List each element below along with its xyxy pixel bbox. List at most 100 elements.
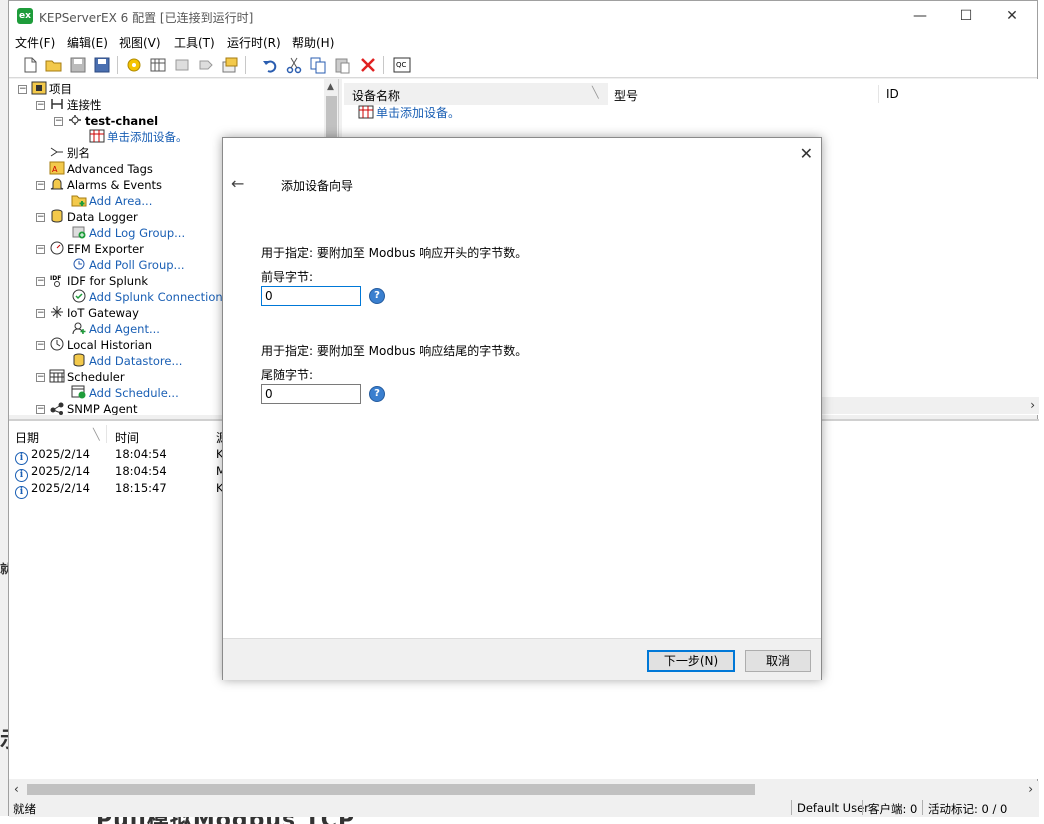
tree-item-scheduler[interactable]: Scheduler xyxy=(49,369,125,385)
alias-icon xyxy=(50,147,63,157)
scrollbar-thumb[interactable] xyxy=(27,784,755,795)
tree-label: IDF for Splunk xyxy=(67,274,149,288)
next-button[interactable]: 下一步(N) xyxy=(647,650,735,672)
menu-edit[interactable]: 编辑(E) xyxy=(67,34,108,51)
gauge-icon xyxy=(50,241,64,255)
tree-item-add-splunk-connection[interactable]: Add Splunk Connection... xyxy=(71,289,234,305)
collapse-toggle[interactable]: − xyxy=(36,101,45,110)
collapse-toggle[interactable]: − xyxy=(36,341,45,350)
tree-item-alarms-events[interactable]: Alarms & Events xyxy=(49,177,162,193)
cancel-button[interactable]: 取消 xyxy=(745,650,811,672)
new-channel-icon[interactable] xyxy=(125,56,143,74)
dialog-footer: 下一步(N) 取消 xyxy=(223,638,821,680)
toolbar: QC xyxy=(9,52,1037,78)
tree-item-alias[interactable]: 别名 xyxy=(49,145,90,161)
status-active-tags: 活动标记: 0 / 0 xyxy=(928,802,1008,816)
collapse-toggle[interactable]: − xyxy=(54,117,63,126)
tree-item-snmp-agent[interactable]: SNMP Agent xyxy=(49,401,137,415)
tree-item-add-device[interactable]: 单击添加设备。 xyxy=(89,129,188,145)
tree-item-iot-gateway[interactable]: IoT Gateway xyxy=(49,305,139,321)
collapse-toggle[interactable]: − xyxy=(36,181,45,190)
tree-label: Add Agent... xyxy=(89,322,160,336)
collapse-toggle[interactable]: − xyxy=(36,213,45,222)
close-window-button[interactable]: ✕ xyxy=(989,1,1035,31)
log-row[interactable]: i 2025/2/14 18:04:54 K xyxy=(15,447,224,465)
undo-icon[interactable] xyxy=(261,56,279,74)
collapse-toggle[interactable]: − xyxy=(36,373,45,382)
tree-item-data-logger[interactable]: Data Logger xyxy=(49,209,138,225)
save-as-icon[interactable] xyxy=(93,56,111,74)
tree-label: SNMP Agent xyxy=(67,402,138,415)
menu-runtime[interactable]: 运行时(R) xyxy=(227,34,281,51)
tree-item-add-area[interactable]: Add Area... xyxy=(71,193,152,209)
tree-label: test-chanel xyxy=(85,114,159,128)
new-tag-group-icon[interactable] xyxy=(173,56,191,74)
column-device-name[interactable]: 设备名称 xyxy=(352,87,400,104)
column-model[interactable]: 型号 xyxy=(614,87,638,104)
tree-label: Data Logger xyxy=(67,210,138,224)
advanced-tags-icon: A xyxy=(49,161,65,175)
collapse-toggle[interactable]: − xyxy=(36,245,45,254)
tree-item-channel[interactable]: test-chanel xyxy=(67,113,158,129)
tree-item-efm-exporter[interactable]: EFM Exporter xyxy=(49,241,144,257)
cut-icon[interactable] xyxy=(285,56,303,74)
trailing-bytes-input[interactable] xyxy=(261,384,361,404)
tree-label: Add Schedule... xyxy=(89,386,179,400)
add-area-icon xyxy=(71,195,87,207)
trailing-bytes-label: 尾随字节: xyxy=(261,368,314,382)
tree-label: IoT Gateway xyxy=(67,306,139,320)
collapse-toggle[interactable]: − xyxy=(36,309,45,318)
new-tag-icon[interactable] xyxy=(197,56,215,74)
iot-gateway-icon xyxy=(51,306,63,318)
tree-item-local-historian[interactable]: Local Historian xyxy=(49,337,152,353)
column-id[interactable]: ID xyxy=(886,87,899,101)
column-date[interactable]: 日期 xyxy=(15,429,39,446)
open-folder-icon[interactable] xyxy=(45,56,63,74)
tree-item-add-datastore[interactable]: Add Datastore... xyxy=(71,353,182,369)
column-time[interactable]: 时间 xyxy=(115,429,139,446)
scroll-right-icon[interactable]: › xyxy=(1030,398,1035,412)
copy-icon[interactable] xyxy=(309,56,327,74)
tree-label: 连接性 xyxy=(67,98,102,112)
log-row[interactable]: i 2025/2/14 18:04:54 M xyxy=(15,464,226,482)
menu-help[interactable]: 帮助(H) xyxy=(292,34,334,51)
menu-view[interactable]: 视图(V) xyxy=(119,34,161,51)
scroll-left-icon[interactable]: ‹ xyxy=(14,782,19,796)
collapse-toggle[interactable]: − xyxy=(36,277,45,286)
save-icon[interactable] xyxy=(69,56,87,74)
tree-item-add-agent[interactable]: Add Agent... xyxy=(71,321,160,337)
tree-label: Advanced Tags xyxy=(67,162,153,176)
device-list-add-device[interactable]: 单击添加设备。 xyxy=(358,105,460,121)
tree-item-advanced-tags[interactable]: A Advanced Tags xyxy=(49,161,153,177)
minimize-button[interactable]: — xyxy=(897,1,943,31)
help-icon[interactable]: ? xyxy=(369,288,385,304)
delete-icon[interactable] xyxy=(359,56,377,74)
tree-item-project[interactable]: 项目 xyxy=(31,81,72,97)
menu-tools[interactable]: 工具(T) xyxy=(174,34,215,51)
new-device-icon[interactable] xyxy=(149,56,167,74)
paste-icon[interactable] xyxy=(333,56,351,74)
quick-client-icon[interactable]: QC xyxy=(393,56,411,74)
back-arrow-icon[interactable]: ← xyxy=(231,174,244,193)
tree-item-idf-splunk[interactable]: IDF IDF for Splunk xyxy=(49,273,148,289)
menu-file[interactable]: 文件(F) xyxy=(15,34,55,51)
log-row[interactable]: i 2025/2/14 18:15:47 K xyxy=(15,481,224,499)
leading-bytes-input[interactable] xyxy=(261,286,361,306)
new-project-icon[interactable] xyxy=(21,56,39,74)
sort-icon[interactable]: ╲ xyxy=(592,86,599,99)
collapse-toggle[interactable]: − xyxy=(18,85,27,94)
sort-icon[interactable]: ╲ xyxy=(93,428,100,441)
log-horizontal-scrollbar[interactable]: ‹ › xyxy=(9,781,1039,798)
collapse-toggle[interactable]: − xyxy=(36,405,45,414)
close-icon[interactable]: ✕ xyxy=(800,144,813,163)
tree-item-add-poll-group[interactable]: Add Poll Group... xyxy=(71,257,185,273)
help-icon[interactable]: ? xyxy=(369,386,385,402)
bulk-tag-icon[interactable] xyxy=(221,56,239,74)
status-divider xyxy=(791,800,792,815)
scroll-right-icon[interactable]: › xyxy=(1028,782,1033,796)
scroll-up-icon[interactable]: ▲ xyxy=(327,82,334,92)
tree-item-connectivity[interactable]: 连接性 xyxy=(49,97,102,113)
maximize-button[interactable]: ☐ xyxy=(943,1,989,31)
tree-item-add-log-group[interactable]: Add Log Group... xyxy=(71,225,185,241)
tree-item-add-schedule[interactable]: Add Schedule... xyxy=(71,385,179,401)
